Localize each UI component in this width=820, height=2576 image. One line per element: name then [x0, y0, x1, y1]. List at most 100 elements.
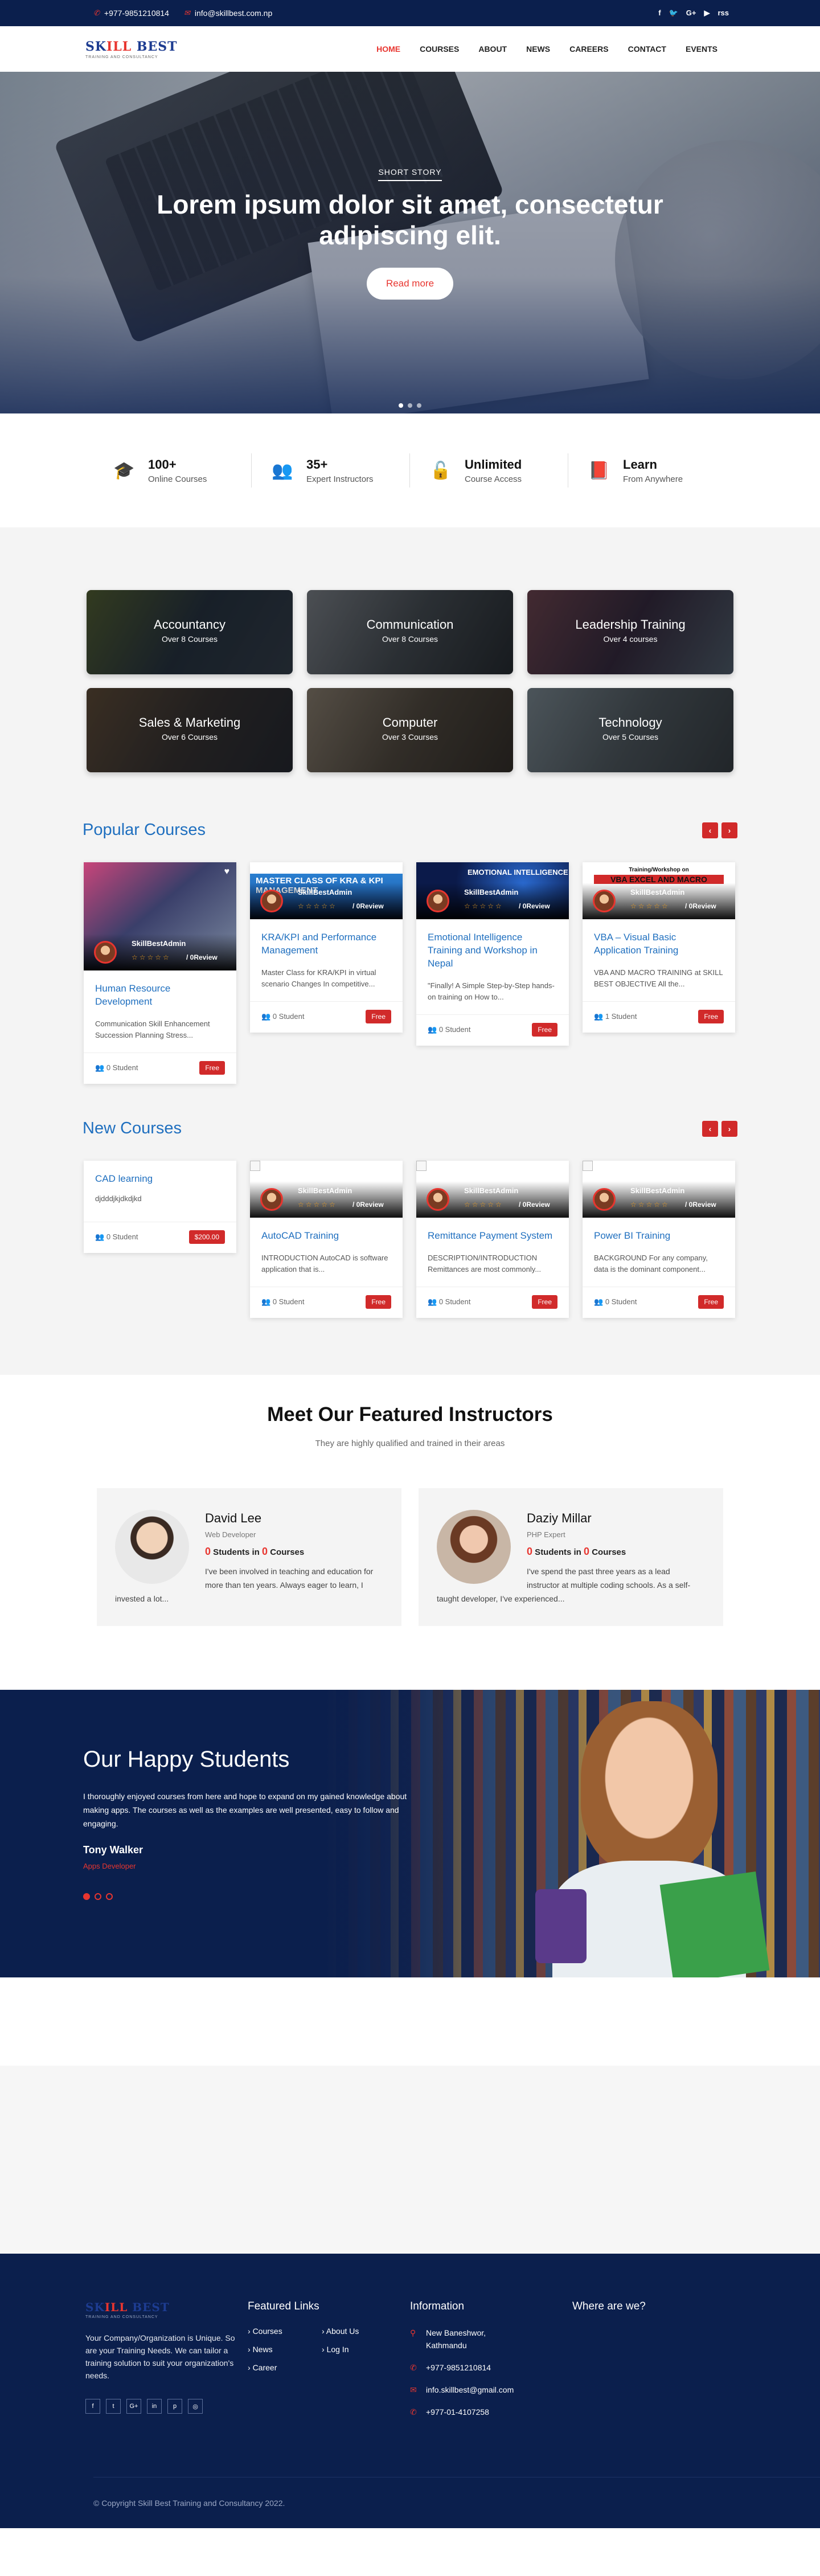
- footer-social: f t G+ in p ◎: [85, 2399, 248, 2414]
- category-card-technology[interactable]: Technology Over 5 Courses: [527, 688, 733, 772]
- nav-events[interactable]: EVENTS: [686, 44, 718, 54]
- course-card[interactable]: SkillBestAdmin ☆☆☆☆☆ / 0Review AutoCAD T…: [250, 1161, 403, 1318]
- course-card[interactable]: MASTER CLASS OF KRA & KPI MANAGEMENT Ski…: [250, 862, 403, 1033]
- course-card[interactable]: ♥ SkillBestAdmin ☆☆☆☆☆ / 0Review Human R…: [84, 862, 236, 1084]
- footer-tel[interactable]: +977-01-4107258: [426, 2406, 489, 2418]
- course-author: SkillBestAdmin: [464, 888, 519, 896]
- broken-image-icon: [583, 1161, 593, 1171]
- slider-dot[interactable]: [399, 403, 403, 408]
- course-title[interactable]: Power BI Training: [594, 1229, 724, 1242]
- slider-dot[interactable]: [106, 1893, 113, 1900]
- instructor-card: Daziy Millar PHP Expert 0 Students in 0 …: [419, 1488, 723, 1626]
- course-title[interactable]: VBA – Visual Basic Application Training: [594, 931, 724, 957]
- heart-icon[interactable]: ♥: [224, 867, 230, 877]
- category-card-computer[interactable]: Computer Over 3 Courses: [307, 688, 513, 772]
- star-rating-icon: ☆☆☆☆☆: [298, 1201, 337, 1209]
- nav-contact[interactable]: CONTACT: [628, 44, 666, 54]
- nav-news[interactable]: NEWS: [526, 44, 550, 54]
- course-title[interactable]: AutoCAD Training: [261, 1229, 391, 1242]
- linkedin-icon[interactable]: in: [147, 2399, 162, 2414]
- carousel-arrows: ‹ ›: [702, 1120, 737, 1137]
- category-card-communication[interactable]: Communication Over 8 Courses: [307, 590, 513, 674]
- footer-logo[interactable]: SKILL BEST TRAINING AND CONSULTANCY: [85, 2300, 248, 2319]
- category-sub: Over 5 Courses: [602, 732, 659, 742]
- course-title[interactable]: CAD learning: [95, 1172, 225, 1185]
- course-desc: djdddjkjdkdjkd: [95, 1194, 142, 1203]
- facebook-icon[interactable]: f: [85, 2399, 100, 2414]
- footer-email[interactable]: info.skillbest@gmail.com: [426, 2383, 514, 2396]
- nav-courses[interactable]: COURSES: [420, 44, 459, 54]
- empty-section: [0, 2066, 820, 2254]
- footer-link-about[interactable]: About Us: [322, 2327, 396, 2336]
- price-badge: Free: [366, 1010, 391, 1023]
- course-card[interactable]: SkillBestAdmin ☆☆☆☆☆ / 0Review Remittanc…: [416, 1161, 569, 1318]
- course-desc: INTRODUCTION AutoCAD is software applica…: [261, 1254, 388, 1273]
- course-review-count: / 0Review: [352, 1201, 384, 1209]
- slider-dot[interactable]: [95, 1893, 101, 1900]
- instructor-photo[interactable]: [437, 1510, 511, 1584]
- footer-link-courses[interactable]: Courses: [248, 2327, 322, 2336]
- arrow-left-icon[interactable]: ‹: [702, 822, 718, 838]
- course-banner: EMOTIONAL INTELLIGENCE: [468, 868, 568, 877]
- slider-dot[interactable]: [408, 403, 412, 408]
- twitter-icon[interactable]: t: [106, 2399, 121, 2414]
- facebook-icon[interactable]: f: [658, 9, 661, 18]
- pinterest-icon[interactable]: p: [167, 2399, 182, 2414]
- course-title[interactable]: Human Resource Development: [95, 982, 225, 1008]
- course-thumbnail: Training/Workshop on VBA EXCEL AND MACRO…: [583, 862, 735, 919]
- rss-icon[interactable]: rss: [718, 9, 729, 18]
- avatar: [593, 1188, 616, 1211]
- new-courses-header: New Courses ‹ ›: [83, 1119, 737, 1138]
- instagram-icon[interactable]: ◎: [188, 2399, 203, 2414]
- category-card-accountancy[interactable]: Accountancy Over 8 Courses: [87, 590, 293, 674]
- course-desc: Master Class for KRA/KPI in virtual scen…: [261, 968, 376, 988]
- testimonials-section: Our Happy Students I thoroughly enjoyed …: [0, 1690, 820, 1977]
- category-name: Accountancy: [154, 617, 226, 632]
- course-card[interactable]: CAD learning djdddjkjdkdjkd 👥 0 Student $2…: [84, 1161, 236, 1253]
- youtube-icon[interactable]: ▶: [704, 9, 710, 18]
- footer-link-career[interactable]: Career: [248, 2363, 322, 2372]
- course-title[interactable]: Remittance Payment System: [428, 1229, 557, 1242]
- footer-link-news[interactable]: News: [248, 2345, 322, 2354]
- course-card[interactable]: EMOTIONAL INTELLIGENCE SkillBestAdmin ☆☆…: [416, 862, 569, 1046]
- read-more-button[interactable]: Read more: [366, 268, 454, 300]
- course-desc: "Finally! A Simple Step-by-Step hands-on…: [428, 981, 555, 1001]
- course-review-count: / 0Review: [685, 902, 716, 910]
- footer-heading: Featured Links: [248, 2300, 319, 2312]
- feature-item: 📕 Learn From Anywhere: [568, 453, 727, 488]
- feature-item: 👥 35+ Expert Instructors: [252, 453, 410, 488]
- top-email[interactable]: ✉ info@skillbest.com.np: [184, 9, 272, 18]
- feature-title: 100+: [148, 457, 177, 472]
- course-title[interactable]: Emotional Intelligence Training and Work…: [428, 931, 557, 970]
- arrow-left-icon[interactable]: ‹: [702, 1120, 718, 1137]
- footer-address: New Baneshwor, Kathmandu: [426, 2328, 486, 2350]
- arrow-right-icon[interactable]: ›: [721, 822, 737, 838]
- footer-link-login[interactable]: Log In: [322, 2345, 396, 2354]
- footer-phone[interactable]: +977-9851210814: [426, 2361, 491, 2374]
- arrow-right-icon[interactable]: ›: [721, 1120, 737, 1137]
- top-phone[interactable]: ✆ +977-9851210814: [93, 9, 169, 18]
- nav-careers[interactable]: CAREERS: [569, 44, 608, 54]
- popular-courses-header: Popular Courses ‹ ›: [83, 821, 737, 839]
- google-plus-icon[interactable]: G+: [126, 2399, 141, 2414]
- testimonial-role: Apps Developer: [83, 1862, 136, 1870]
- course-footer: 👥 0 Student $200.00: [84, 1222, 236, 1253]
- course-card[interactable]: Training/Workshop on VBA EXCEL AND MACRO…: [583, 862, 735, 1033]
- logo-text: SKILL BEST: [85, 39, 178, 54]
- nav-about[interactable]: ABOUT: [478, 44, 507, 54]
- star-rating-icon: ☆☆☆☆☆: [630, 1201, 670, 1209]
- course-title[interactable]: KRA/KPI and Performance Management: [261, 931, 391, 957]
- avatar: [260, 890, 283, 912]
- slider-dot[interactable]: [83, 1893, 90, 1900]
- google-plus-icon[interactable]: G+: [686, 9, 696, 18]
- instructor-photo[interactable]: [115, 1510, 189, 1584]
- testimonial-quote: I thoroughly enjoyed courses from here a…: [83, 1792, 407, 1828]
- nav-home[interactable]: HOME: [376, 44, 400, 54]
- twitter-icon[interactable]: 🐦: [669, 9, 678, 18]
- slider-dot[interactable]: [417, 403, 421, 408]
- site-logo[interactable]: SKILL BEST TRAINING AND CONSULTANCY: [85, 39, 178, 59]
- course-card[interactable]: SkillBestAdmin ☆☆☆☆☆ / 0Review Power BI …: [583, 1161, 735, 1318]
- student-count: 👥 0 Student: [261, 1297, 305, 1306]
- category-card-sales[interactable]: Sales & Marketing Over 6 Courses: [87, 688, 293, 772]
- category-card-leadership[interactable]: Leadership Training Over 4 courses: [527, 590, 733, 674]
